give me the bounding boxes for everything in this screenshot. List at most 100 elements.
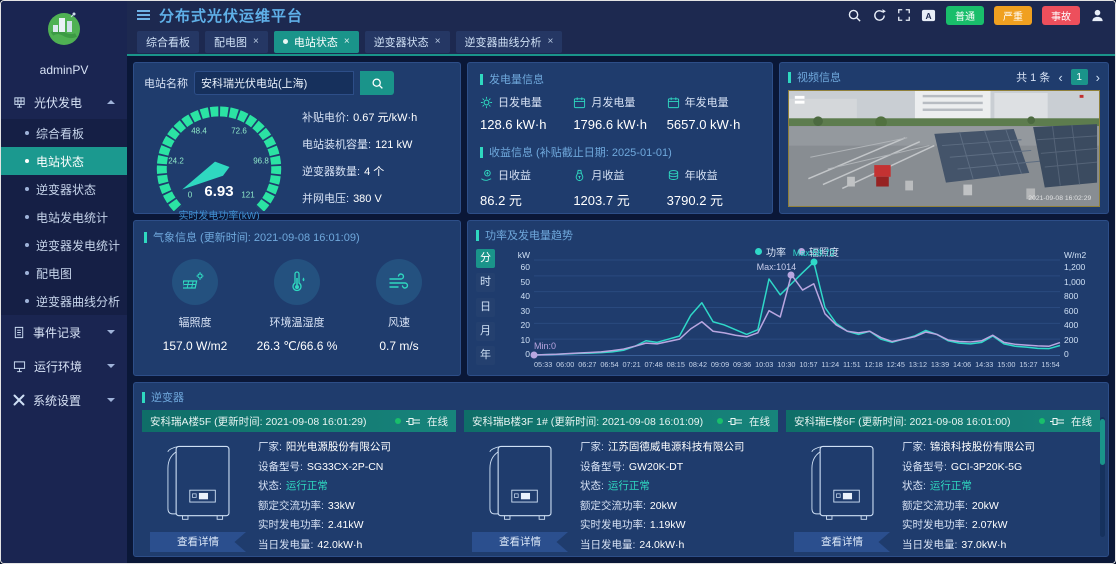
yearly-generation: 年发电量 5657.0 kW·h xyxy=(666,96,741,132)
alarm-badge-severe[interactable]: 严重 xyxy=(994,5,1032,25)
legend-power[interactable]: 功率 xyxy=(755,244,786,259)
x-tick-label: 07:21 xyxy=(622,360,641,369)
vendor-row: 厂家: 江苏固德威电源科技有限公司 xyxy=(580,441,745,453)
x-tick-label: 06:54 xyxy=(600,360,619,369)
inverter-card-header: 安科瑞A楼5F (更新时间: 2021-09-08 16:01:29) 在线 xyxy=(142,410,456,432)
tab-inverter-curve[interactable]: 逆变器曲线分析 × xyxy=(455,30,563,53)
tab-inverter-status[interactable]: 逆变器状态 × xyxy=(364,30,450,53)
video-section-title: 视频信息 xyxy=(788,69,841,85)
inverters-section-title: 逆变器 xyxy=(142,389,1100,405)
energy-section-title: 发电量信息 xyxy=(480,71,760,87)
y-tick-label: 1,000 xyxy=(1064,276,1086,287)
camera-snapshot[interactable]: 2021-09-08 16:02:29 xyxy=(788,90,1100,207)
legend-dot xyxy=(755,248,762,255)
x-tick-label: 10:03 xyxy=(755,360,774,369)
power-gauge: 0 24.2 48.4 72.6 96.8 121 6.93 xyxy=(144,99,294,214)
x-tick-label: 14:33 xyxy=(975,360,994,369)
period-tab-minute[interactable]: 分 xyxy=(476,249,495,268)
alarm-badge-accident[interactable]: 事故 xyxy=(1042,5,1080,25)
page-number[interactable]: 1 xyxy=(1070,69,1088,85)
status-row: 状态: 运行正常 xyxy=(902,480,972,492)
page-next-icon[interactable]: › xyxy=(1096,71,1100,84)
x-tick-label: 10:30 xyxy=(777,360,796,369)
right-axis-unit: W/m2 xyxy=(1064,250,1087,260)
sidebar-item-station-gen-stats[interactable]: 电站发电统计 xyxy=(1,203,127,231)
tab-distribution[interactable]: 配电图 × xyxy=(205,30,268,53)
x-tick-label: 10:57 xyxy=(799,360,818,369)
close-icon[interactable]: × xyxy=(344,36,350,47)
sidebar-item-distribution-diagram[interactable]: 配电图 xyxy=(1,259,127,287)
daily-income: 日收益 86.2 元 xyxy=(480,169,531,208)
period-tab-month[interactable]: 月 xyxy=(476,321,495,341)
fullscreen-icon[interactable] xyxy=(897,8,911,22)
period-tab-year[interactable]: 年 xyxy=(476,346,495,365)
scrollbar-track xyxy=(1100,417,1105,537)
rated-power-row: 额定交流功率: 20kW xyxy=(902,499,999,512)
period-tab-day[interactable]: 日 xyxy=(476,297,495,317)
left-axis-ticks: 60 50 40 30 20 10 0 xyxy=(500,260,534,360)
sidebar-group-label: 系统设置 xyxy=(33,393,82,408)
sidebar-item-inverter-curve[interactable]: 逆变器曲线分析 xyxy=(1,287,127,315)
tab-overview[interactable]: 综合看板 xyxy=(137,30,199,53)
tab-station-status[interactable]: 电站状态 × xyxy=(273,30,359,53)
sidebar-group-events[interactable]: 事件记录 xyxy=(1,315,127,349)
y-tick-label: 800 xyxy=(1064,291,1079,302)
trend-chart-panel: 功率及发电量趋势 分 时 日 月 年 kW 功率 辐照度 W/m2 60 50 … xyxy=(467,220,1109,376)
sidebar-group-environment[interactable]: 运行环境 xyxy=(1,349,127,383)
online-dot xyxy=(1039,418,1045,424)
inverters-panel: 逆变器 安科瑞A楼5F (更新时间: 2021-09-08 16:01:29) … xyxy=(133,382,1109,557)
user-avatar-icon[interactable] xyxy=(1090,8,1105,23)
daily-gen-row: 当日发电量: 42.0kW·h xyxy=(258,538,363,551)
event-log-icon xyxy=(13,326,25,339)
x-tick-label: 15:00 xyxy=(997,360,1016,369)
close-icon[interactable]: × xyxy=(253,36,259,47)
sidebar-item-inverter-status[interactable]: 逆变器状态 xyxy=(1,175,127,203)
x-tick-label: 08:15 xyxy=(666,360,685,369)
refresh-icon[interactable] xyxy=(872,8,887,23)
gauge-tick: 48.4 xyxy=(191,126,207,136)
inverter-card-header: 安科瑞B楼3F 1# (更新时间: 2021-09-08 16:01:09) 在… xyxy=(464,410,778,432)
thermometer-icon xyxy=(292,271,305,292)
sidebar-group-pv[interactable]: 光伏发电 xyxy=(1,85,127,119)
alarm-badge-normal[interactable]: 普通 xyxy=(946,5,984,25)
irradiance-reading: 辐照度 157.0 W/m2 xyxy=(144,259,246,353)
station-search-input[interactable] xyxy=(194,71,354,95)
tabbar: 综合看板 配电图 × 电站状态 × 逆变器状态 × 逆变器曲线分析 × xyxy=(127,29,1115,56)
gauge-tick: 72.6 xyxy=(231,126,247,136)
period-tab-hour[interactable]: 时 xyxy=(476,273,495,293)
search-icon[interactable] xyxy=(847,8,862,23)
sidebar-group-label: 光伏发电 xyxy=(34,95,83,110)
money-bag-icon xyxy=(576,169,584,181)
view-details-button[interactable]: 查看详情 xyxy=(794,532,890,552)
rated-power-row: 额定交流功率: 20kW xyxy=(580,499,677,512)
sidebar-item-inverter-gen-stats[interactable]: 逆变器发电统计 xyxy=(1,231,127,259)
x-tick-label: 11:24 xyxy=(821,360,840,369)
realtime-power-row: 实时发电功率: 2.07kW xyxy=(902,519,1008,531)
peak-power-row: 组件峰值功率:23kWp xyxy=(580,556,776,557)
video-panel: 视频信息 共 1 条 ‹ 1 › 2021-09-08 16:02:29 xyxy=(779,62,1109,214)
sidebar-group-settings[interactable]: 系统设置 xyxy=(1,383,127,417)
app-frame: adminPV 光伏发电 综合看板 电站状态 逆变器状态 电站发电统计 逆变器发… xyxy=(0,0,1116,564)
station-search-button[interactable] xyxy=(360,71,394,95)
view-details-button[interactable]: 查看详情 xyxy=(472,532,568,552)
y-tick-label: 10 xyxy=(520,334,530,345)
view-details-button[interactable]: 查看详情 xyxy=(150,532,246,552)
app-logo[interactable] xyxy=(1,1,127,55)
station-name-label: 电站名称 xyxy=(144,78,188,90)
left-axis-unit: kW xyxy=(517,250,530,260)
sidebar-item-dashboard[interactable]: 综合看板 xyxy=(1,119,127,147)
translate-icon[interactable]: A xyxy=(921,8,936,23)
page-prev-icon[interactable]: ‹ xyxy=(1058,71,1062,84)
vendor-row: 厂家: 阳光电源股份有限公司 xyxy=(258,441,391,453)
coin-hand-icon xyxy=(481,169,492,181)
sidebar-item-station-status[interactable]: 电站状态 xyxy=(1,147,127,175)
scrollbar-thumb[interactable] xyxy=(1100,419,1105,465)
close-icon[interactable]: × xyxy=(435,36,441,47)
chevron-up-icon xyxy=(107,100,115,104)
search-icon xyxy=(371,77,383,89)
menu-toggle-icon[interactable] xyxy=(137,10,150,20)
realtime-power-row: 实时发电功率: 2.41kW xyxy=(258,519,364,531)
y-tick-label: 0 xyxy=(525,349,530,360)
plug-icon xyxy=(406,417,420,425)
close-icon[interactable]: × xyxy=(548,36,554,47)
